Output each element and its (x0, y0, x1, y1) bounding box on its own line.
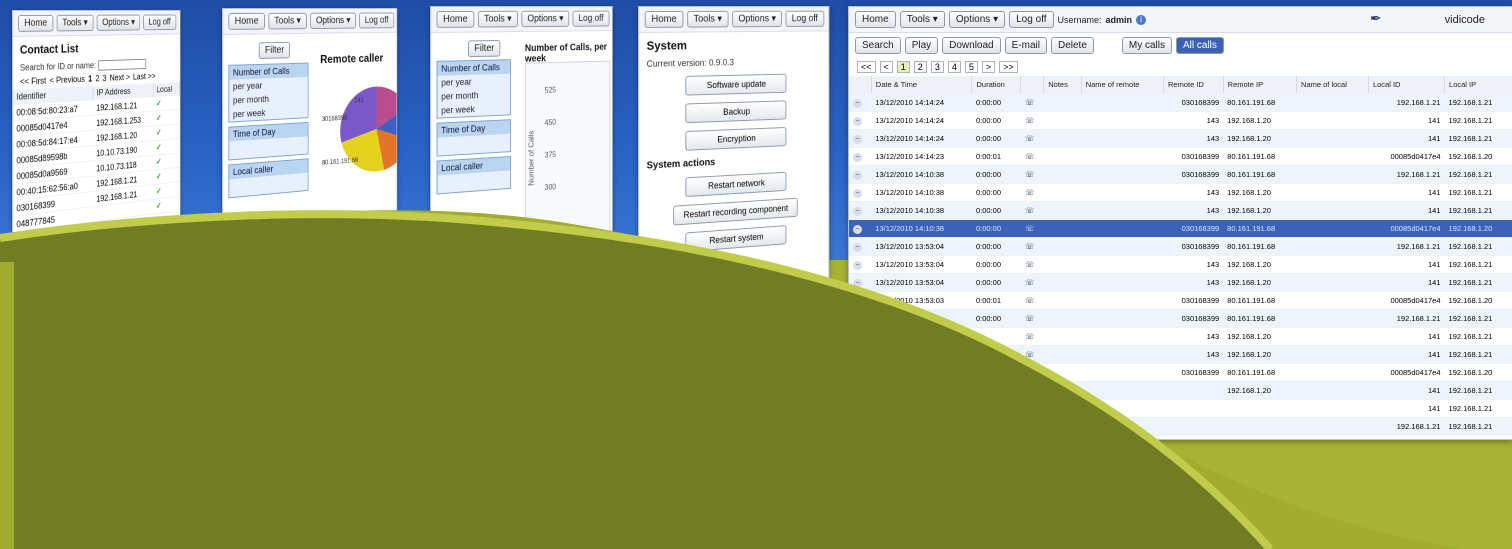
wave-edge (0, 262, 14, 549)
wave-dark (0, 214, 1270, 549)
scene: Home Tools ▾ Options ▾ Log off Contact L… (0, 0, 1512, 549)
decorative-wave (0, 210, 1460, 549)
